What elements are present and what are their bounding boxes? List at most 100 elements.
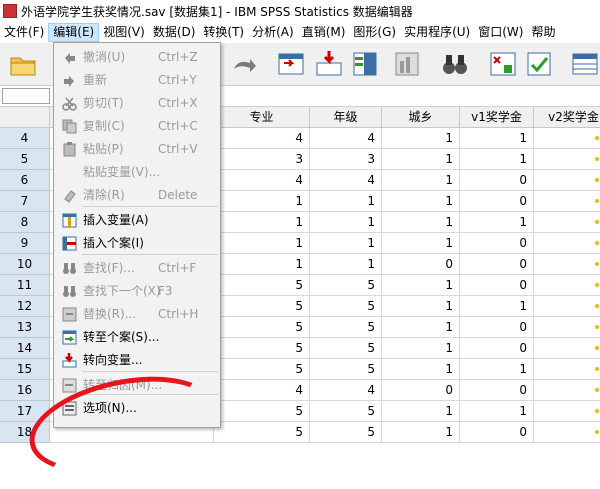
find-binoculars-icon[interactable]: [440, 49, 470, 79]
table-cell[interactable]: 0: [460, 275, 534, 296]
table-cell[interactable]: 1: [382, 212, 460, 233]
table-cell[interactable]: 1: [382, 128, 460, 149]
column-header[interactable]: 专业: [214, 107, 310, 128]
row-header[interactable]: 15: [0, 359, 50, 380]
column-header[interactable]: 城乡: [382, 107, 460, 128]
menu-item-0[interactable]: 文件(F): [0, 23, 48, 42]
table-cell[interactable]: 5: [310, 422, 382, 443]
table-cell[interactable]: 1: [460, 212, 534, 233]
menu-item-2[interactable]: 视图(V): [99, 23, 149, 42]
table-cell[interactable]: 1: [214, 233, 310, 254]
table-cell[interactable]: [534, 254, 600, 275]
table-cell[interactable]: 5: [310, 275, 382, 296]
table-cell[interactable]: 5: [214, 359, 310, 380]
table-cell[interactable]: 0: [460, 191, 534, 212]
menu-item-9[interactable]: 窗口(W): [474, 23, 527, 42]
table-cell[interactable]: [534, 275, 600, 296]
edit-menu-item-12[interactable]: 转至个案(S)...: [54, 326, 220, 349]
table-cell[interactable]: 1: [214, 254, 310, 275]
table-cell[interactable]: 1: [382, 338, 460, 359]
table-cell[interactable]: 1: [214, 191, 310, 212]
table-cell[interactable]: 1: [310, 233, 382, 254]
menu-item-5[interactable]: 分析(A): [248, 23, 298, 42]
row-header[interactable]: 7: [0, 191, 50, 212]
menu-item-3[interactable]: 数据(D): [149, 23, 200, 42]
table-cell[interactable]: 0: [460, 422, 534, 443]
row-header[interactable]: 12: [0, 296, 50, 317]
table-cell[interactable]: 0: [460, 338, 534, 359]
table-cell[interactable]: 1: [460, 296, 534, 317]
table-cell[interactable]: 1: [310, 254, 382, 275]
table-cell[interactable]: 4: [310, 380, 382, 401]
table-cell[interactable]: 1: [310, 212, 382, 233]
table-cell[interactable]: [534, 191, 600, 212]
row-header[interactable]: 14: [0, 338, 50, 359]
edit-menu-item-13[interactable]: 转向变量...: [54, 349, 220, 372]
table-cell[interactable]: 1: [460, 401, 534, 422]
table-cell[interactable]: 4: [310, 170, 382, 191]
table-cell[interactable]: 1: [382, 401, 460, 422]
redo-toolbar-icon[interactable]: [228, 49, 258, 79]
cell-reference-field[interactable]: [2, 88, 50, 104]
edit-menu-item-7[interactable]: 插入变量(A): [54, 209, 220, 232]
table-cell[interactable]: [534, 128, 600, 149]
table-cell[interactable]: 5: [214, 296, 310, 317]
table-cell[interactable]: 5: [310, 401, 382, 422]
table-cell[interactable]: 1: [382, 275, 460, 296]
column-header[interactable]: v1奖学金: [460, 107, 534, 128]
table-cell[interactable]: 1: [382, 191, 460, 212]
row-header[interactable]: 9: [0, 233, 50, 254]
table-cell[interactable]: [534, 317, 600, 338]
table-cell[interactable]: [534, 233, 600, 254]
column-header[interactable]: 年级: [310, 107, 382, 128]
menu-item-1[interactable]: 编辑(E): [48, 23, 100, 42]
table-cell[interactable]: 5: [310, 296, 382, 317]
row-header[interactable]: 16: [0, 380, 50, 401]
row-header[interactable]: 6: [0, 170, 50, 191]
split-file-toolbar-icon[interactable]: [488, 49, 518, 79]
insert-variable-toolbar-icon[interactable]: [314, 49, 344, 79]
variables-toolbar-icon[interactable]: [350, 49, 380, 79]
table-cell[interactable]: [534, 380, 600, 401]
table-cell[interactable]: 3: [214, 149, 310, 170]
row-header[interactable]: 10: [0, 254, 50, 275]
table-cell[interactable]: 1: [382, 170, 460, 191]
table-cell[interactable]: 3: [310, 149, 382, 170]
table-cell[interactable]: 0: [460, 233, 534, 254]
table-cell[interactable]: 1: [382, 233, 460, 254]
data-view-toolbar-icon[interactable]: [570, 49, 600, 79]
table-cell[interactable]: [534, 359, 600, 380]
table-cell[interactable]: [534, 149, 600, 170]
row-header[interactable]: 11: [0, 275, 50, 296]
menu-item-6[interactable]: 直销(M): [298, 23, 350, 42]
table-cell[interactable]: 1: [382, 149, 460, 170]
table-cell[interactable]: 0: [460, 254, 534, 275]
menu-item-4[interactable]: 转换(T): [199, 23, 248, 42]
table-cell[interactable]: [534, 338, 600, 359]
menu-item-8[interactable]: 实用程序(U): [400, 23, 474, 42]
column-header[interactable]: v2奖学金: [534, 107, 600, 128]
row-header[interactable]: 13: [0, 317, 50, 338]
table-cell[interactable]: 4: [214, 128, 310, 149]
go-to-case-toolbar-icon[interactable]: [276, 49, 306, 79]
table-cell[interactable]: 4: [214, 170, 310, 191]
table-cell[interactable]: 1: [382, 317, 460, 338]
table-cell[interactable]: 5: [310, 317, 382, 338]
table-cell[interactable]: 1: [382, 296, 460, 317]
table-cell[interactable]: [534, 296, 600, 317]
chart-builder-toolbar-icon[interactable]: [392, 49, 422, 79]
table-cell[interactable]: 1: [382, 359, 460, 380]
row-header[interactable]: 4: [0, 128, 50, 149]
grid-corner[interactable]: [0, 107, 50, 128]
menu-item-7[interactable]: 图形(G): [349, 23, 400, 42]
table-cell[interactable]: 1: [382, 422, 460, 443]
table-cell[interactable]: 5: [214, 422, 310, 443]
table-cell[interactable]: 1: [460, 128, 534, 149]
table-cell[interactable]: 1: [310, 191, 382, 212]
table-cell[interactable]: 0: [460, 317, 534, 338]
table-cell[interactable]: 5: [214, 401, 310, 422]
table-cell[interactable]: 1: [214, 212, 310, 233]
table-cell[interactable]: 5: [214, 338, 310, 359]
table-cell[interactable]: 0: [382, 254, 460, 275]
table-cell[interactable]: 1: [460, 149, 534, 170]
